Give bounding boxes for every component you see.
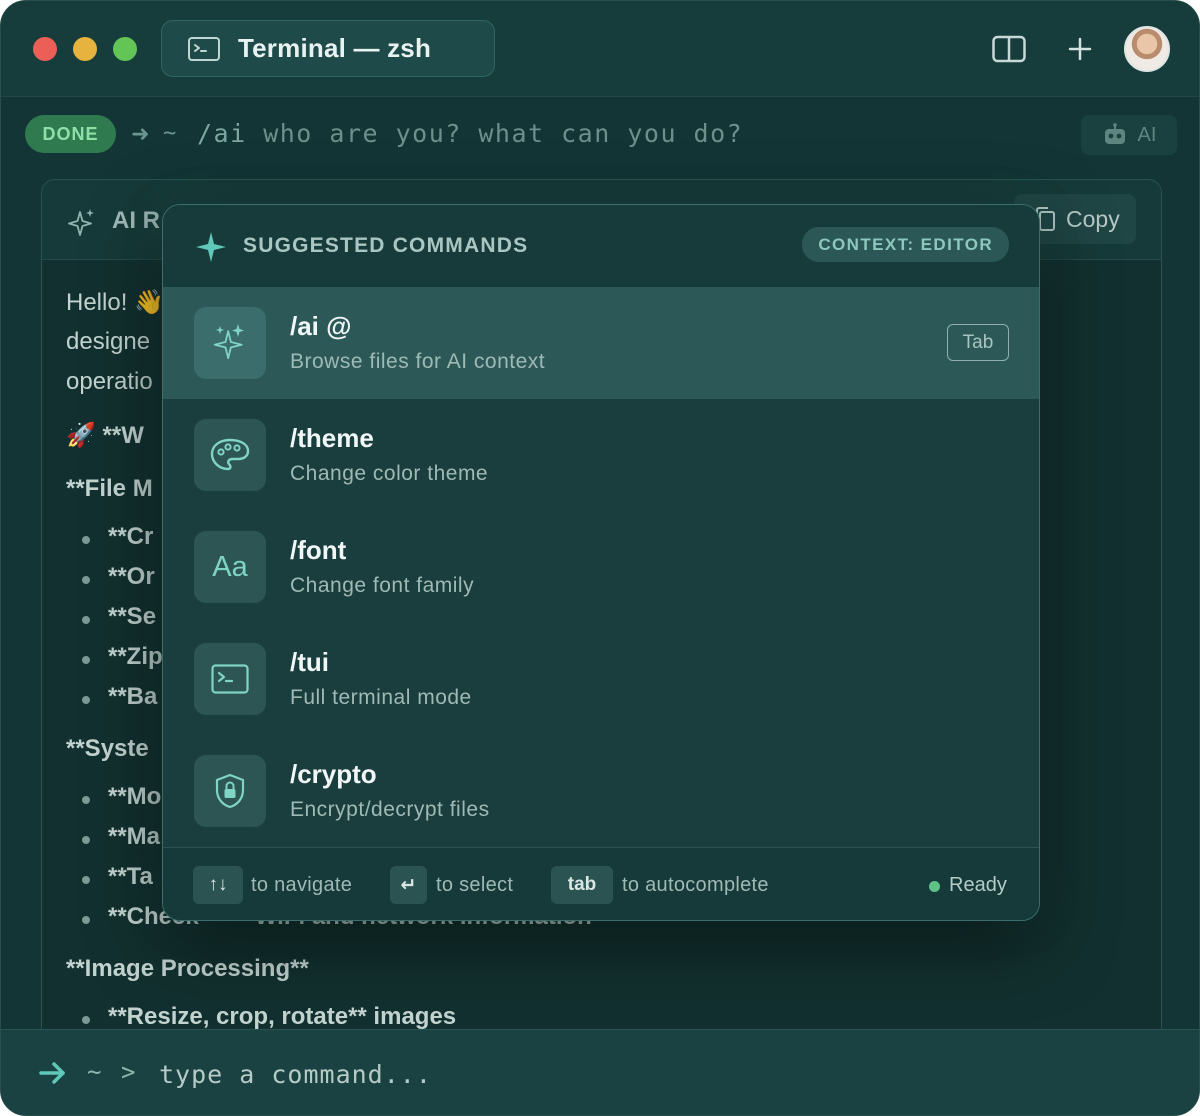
close-window-button[interactable] (33, 37, 57, 61)
response-list-item: **Ba (108, 683, 158, 710)
command-palette: SUGGESTED COMMANDS CONTEXT: EDITOR /ai @… (162, 204, 1040, 921)
command-item-ai[interactable]: /ai @ Browse files for AI context Tab (163, 287, 1039, 399)
response-list-item: **Resize, crop, rotate** images (108, 1003, 457, 1030)
autocomplete-hint: to autocomplete (622, 874, 769, 896)
terminal-tab[interactable]: Terminal — zsh (161, 20, 495, 77)
prompt-cwd: ~ (163, 121, 177, 146)
navigate-key-badge: ↑↓ (193, 866, 243, 904)
robot-icon (1104, 123, 1125, 144)
command-description: Change font family (290, 574, 475, 597)
response-list-item: **Ma (108, 823, 161, 850)
arrow-right-icon (39, 1062, 65, 1084)
sparkle-icon (196, 232, 226, 262)
title-bar: Terminal — zsh (1, 1, 1199, 97)
sparkles-icon (213, 324, 244, 360)
font-icon: Aa (212, 550, 248, 583)
palette-icon (210, 438, 250, 471)
command-item-theme[interactable]: /theme Change color theme (163, 399, 1039, 511)
prompt-arrow-icon: ➜ (131, 121, 150, 146)
response-list-item: **Se (108, 603, 157, 630)
response-heading: **Syste (66, 735, 149, 762)
palette-title: SUGGESTED COMMANDS (243, 234, 529, 257)
status-indicator-dot (929, 881, 940, 892)
bullet-dot (82, 656, 90, 664)
plus-icon (1068, 37, 1092, 61)
command-item-tui[interactable]: /tui Full terminal mode (163, 623, 1039, 735)
response-list-item: **Cr (108, 523, 154, 550)
terminal-icon (211, 664, 249, 694)
select-hint: to select (436, 874, 514, 896)
palette-header: SUGGESTED COMMANDS CONTEXT: EDITOR (163, 205, 1039, 287)
maximize-window-button[interactable] (113, 37, 137, 61)
shield-lock-icon (215, 773, 245, 809)
tab-title: Terminal — zsh (238, 33, 432, 63)
split-view-icon (992, 35, 1026, 63)
terminal-window: Terminal — zsh DONE ➜ ~ /ai who are you?… (0, 0, 1200, 1116)
prompt-caret: > (121, 1058, 136, 1086)
response-line: designe (66, 328, 151, 355)
command-description: Browse files for AI context (290, 350, 546, 373)
copy-button-label: Copy (1066, 205, 1120, 232)
response-list-item: **Zip (108, 643, 163, 670)
command-icon-box (194, 755, 266, 827)
ai-button[interactable]: AI (1081, 115, 1177, 155)
response-list-item: **Ta (108, 863, 153, 890)
terminal-icon (188, 36, 220, 61)
command-icon-box (194, 419, 266, 491)
prompt-command: /ai who are you? what can you do? (197, 119, 743, 148)
tab-shortcut-badge: Tab (947, 324, 1009, 361)
bullet-dot (82, 916, 90, 924)
command-name: /ai @ (290, 311, 352, 341)
navigate-hint: to navigate (251, 874, 353, 896)
response-line: operatio (66, 368, 153, 395)
response-list-item: **Or (108, 563, 155, 590)
response-heading: **File M (66, 475, 153, 502)
command-icon-box (194, 643, 266, 715)
status-text: Ready (949, 874, 1007, 896)
response-heading: 🚀 **W (66, 422, 144, 449)
enter-key-badge: ↵ (390, 866, 427, 904)
command-description: Full terminal mode (290, 686, 472, 709)
response-line: Hello! 👋 (66, 289, 164, 316)
response-heading: **Image Processing** (66, 955, 309, 982)
prompt-command-slash: /ai (197, 119, 247, 148)
command-description: Change color theme (290, 462, 489, 485)
command-name: /theme (290, 423, 374, 453)
bullet-dot (82, 836, 90, 844)
avatar[interactable] (1124, 26, 1170, 72)
bullet-dot (82, 536, 90, 544)
ai-response-title: AI R (112, 207, 160, 234)
sparkles-icon (68, 209, 94, 236)
bullet-dot (82, 1016, 90, 1024)
cwd-label: ~ (87, 1058, 102, 1086)
bullet-dot (82, 796, 90, 804)
command-name: /crypto (290, 759, 377, 789)
bullet-dot (82, 576, 90, 584)
bullet-dot (82, 876, 90, 884)
command-item-crypto[interactable]: /crypto Encrypt/decrypt files (163, 735, 1039, 847)
status-badge: DONE (25, 115, 116, 153)
palette-footer: ↑↓ to navigate ↵ to select tab to autoco… (163, 847, 1039, 920)
command-name: /font (290, 535, 347, 565)
bullet-dot (82, 696, 90, 704)
command-description: Encrypt/decrypt files (290, 798, 490, 821)
response-list-item: **Mo (108, 783, 162, 810)
split-view-button[interactable] (991, 31, 1027, 67)
command-input[interactable] (159, 1054, 1059, 1094)
tab-key-badge: tab (551, 866, 613, 904)
minimize-window-button[interactable] (73, 37, 97, 61)
command-item-font[interactable]: Aa /font Change font family (163, 511, 1039, 623)
command-icon-box: Aa (194, 531, 266, 603)
context-badge: CONTEXT: EDITOR (802, 227, 1009, 262)
new-tab-button[interactable] (1062, 31, 1098, 67)
ai-button-label: AI (1137, 123, 1157, 146)
command-input-bar: ~ > (1, 1029, 1199, 1115)
command-name: /tui (290, 647, 329, 677)
prompt-command-text: who are you? what can you do? (246, 119, 744, 148)
command-icon-box (194, 307, 266, 379)
bullet-dot (82, 616, 90, 624)
previous-prompt: DONE ➜ ~ /ai who are you? what can you d… (25, 115, 1177, 155)
